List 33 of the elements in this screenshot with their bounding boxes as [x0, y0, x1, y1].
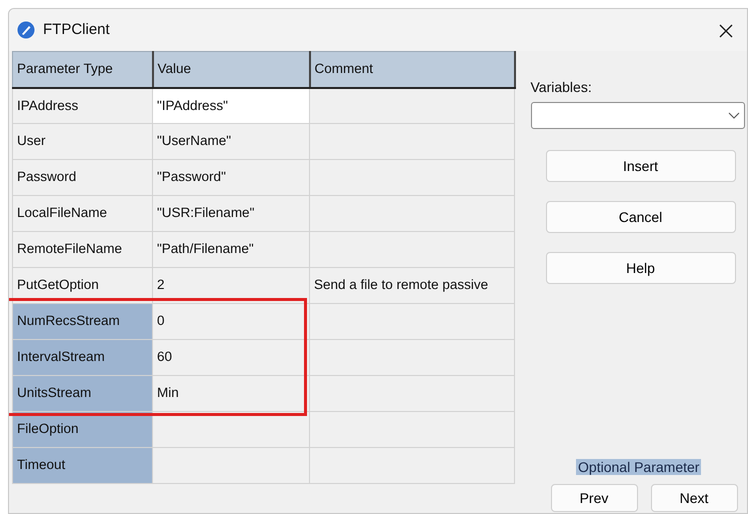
value-cell: "UserName" — [152, 124, 310, 160]
parameter-cell: IPAddress — [12, 88, 152, 124]
chevron-down-icon — [728, 112, 740, 120]
parameter-cell: Timeout — [12, 448, 152, 484]
parameter-cell: Password — [12, 160, 152, 196]
value-cell: 2 — [152, 268, 310, 304]
optional-parameter-legend: Optional Parameter — [576, 459, 702, 475]
insert-button[interactable]: Insert — [546, 150, 736, 182]
parameter-cell: NumRecsStream — [12, 304, 152, 340]
parameter-cell: User — [12, 124, 152, 160]
value-cell: 60 — [152, 340, 310, 376]
value-cell: "Password" — [152, 160, 310, 196]
app-icon — [17, 21, 35, 39]
parameter-type-header[interactable]: Parameter Type — [12, 52, 152, 88]
parameter-cell: LocalFileName — [12, 196, 152, 232]
parameter-cell: RemoteFileName — [12, 232, 152, 268]
window-title: FTPClient — [43, 20, 110, 40]
comment-header[interactable]: Comment — [310, 52, 514, 88]
variables-label: Variables: — [530, 78, 593, 97]
parameter-cell: UnitsStream — [12, 376, 152, 412]
value-cell: 0 — [152, 304, 310, 340]
next-button[interactable]: Next — [650, 484, 738, 512]
comment-cell: Send a file to remote passive — [310, 268, 514, 304]
parameter-cell: IntervalStream — [12, 340, 152, 376]
help-button[interactable]: Help — [546, 252, 736, 284]
prev-button[interactable]: Prev — [550, 484, 638, 512]
cancel-button[interactable]: Cancel — [546, 201, 736, 233]
variables-dropdown[interactable] — [530, 102, 744, 129]
value-cell: "USR:Filename" — [152, 196, 310, 232]
value-cell: Min — [152, 376, 310, 412]
value-header[interactable]: Value — [152, 52, 310, 88]
value-cell: "Path/Filename" — [152, 232, 310, 268]
value-field[interactable]: "IPAddress" — [152, 88, 310, 124]
